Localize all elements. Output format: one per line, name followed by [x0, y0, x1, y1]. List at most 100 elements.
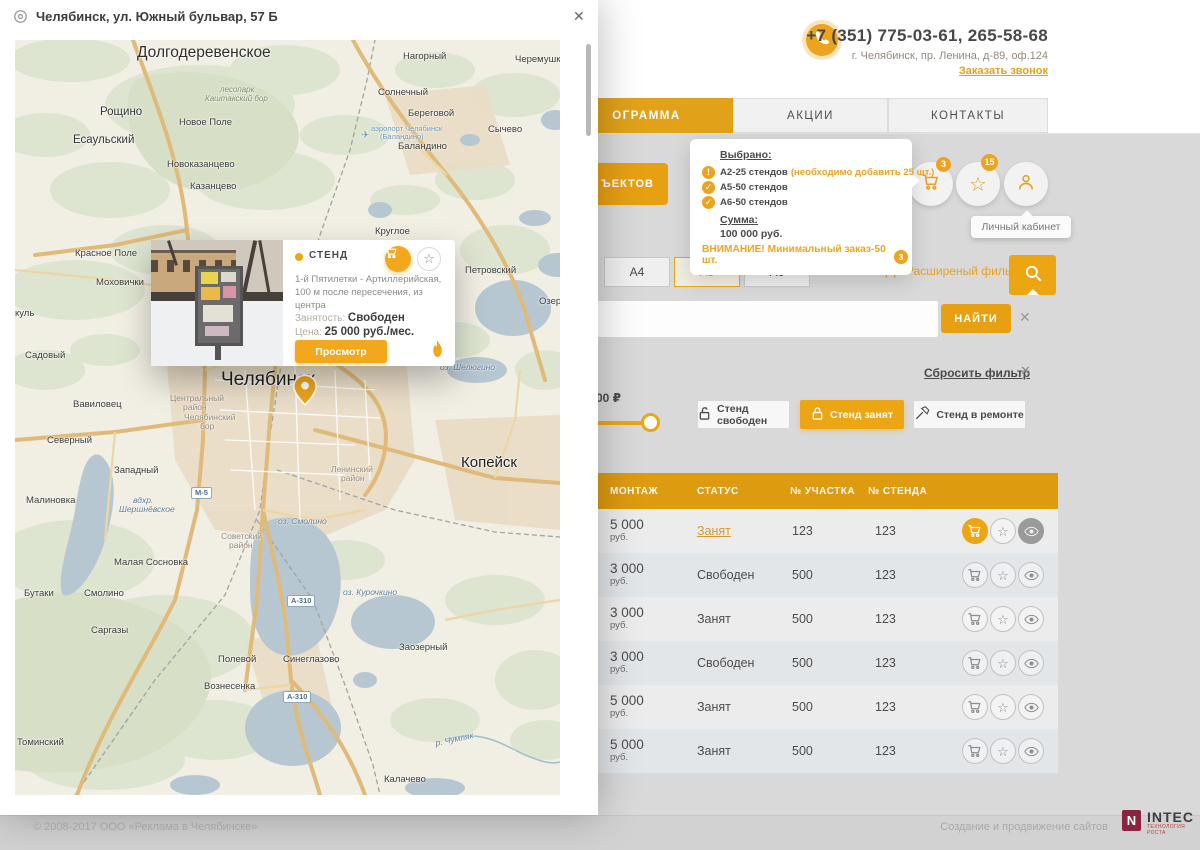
account-button[interactable]: [1004, 162, 1048, 206]
status-value: Занят: [697, 700, 731, 714]
price-label: Цена:: [295, 327, 322, 338]
tab-contacts[interactable]: КОНТАКТЫ: [888, 98, 1048, 133]
poster: [201, 272, 218, 284]
map-label: Западный: [114, 465, 158, 476]
modal-close-icon[interactable]: ✕: [573, 8, 585, 25]
status-value[interactable]: Занят: [697, 524, 731, 538]
toggle-label: Стенд свободен: [717, 403, 789, 427]
map-label: Петровский: [465, 265, 516, 276]
stands-table: МОНТАЖ СТАТУС № УЧАСТКА № СТЕНДА 5 000ру…: [560, 473, 1058, 773]
favorite-icon[interactable]: ☆: [990, 738, 1016, 764]
toggle-stand-busy[interactable]: Стенд занят: [800, 400, 904, 429]
add-to-cart-icon[interactable]: [962, 606, 988, 632]
map-label: р. Чумляк: [434, 730, 474, 748]
photo-stand-board: [195, 266, 243, 346]
reset-filter-link[interactable]: Сбросить фильтр: [924, 366, 1030, 380]
view-icon[interactable]: [1018, 738, 1044, 764]
unlock-icon: [698, 406, 711, 424]
map-label: оз. Смолино: [278, 516, 327, 526]
view-icon[interactable]: [1018, 606, 1044, 632]
search-input[interactable]: [560, 301, 938, 337]
popup-favorite-button[interactable]: ☆: [417, 247, 441, 271]
map-label: Каштакский бор: [205, 94, 268, 103]
hammer-icon: [915, 406, 930, 423]
size-button-a4[interactable]: А4: [604, 257, 670, 287]
poster: [205, 326, 229, 336]
modal-scrollbar[interactable]: [586, 44, 591, 136]
warning-icon: !: [702, 166, 715, 179]
toggle-label: Стенд в ремонте: [936, 409, 1023, 421]
callback-link[interactable]: Заказать звонок: [959, 65, 1048, 77]
price-cell: 5 000руб.: [610, 518, 644, 544]
toggle-stand-free[interactable]: Стенд свободен: [697, 400, 790, 429]
column-header: СТАТУС: [697, 486, 739, 497]
star-glyph: ☆: [997, 701, 1009, 714]
view-icon[interactable]: [1018, 650, 1044, 676]
page-root: +7 (351) 775-03-61, 265-58-68 г. Челябин…: [0, 0, 1200, 850]
add-to-cart-icon[interactable]: [962, 518, 988, 544]
view-icon[interactable]: [1018, 518, 1044, 544]
favorite-icon[interactable]: ☆: [990, 694, 1016, 720]
find-button[interactable]: НАЙТИ: [941, 304, 1011, 333]
price-slider-handle[interactable]: [641, 413, 660, 432]
credits: Создание и продвижение сайтов: [860, 821, 1108, 833]
search-icon: [1024, 264, 1042, 287]
star-glyph: ☆: [423, 251, 435, 267]
stand-number-cell: 123: [875, 568, 896, 582]
map-label: Садовый: [25, 350, 65, 361]
search-close-icon[interactable]: ✕: [1019, 309, 1031, 326]
map-label: Есаульский: [73, 134, 134, 146]
favorite-icon[interactable]: ☆: [990, 606, 1016, 632]
map-label: куль: [15, 308, 34, 319]
tab-promotions[interactable]: АКЦИИ: [733, 98, 888, 133]
intec-logo-subtext: технология роста: [1147, 824, 1200, 836]
map-pin-marker[interactable]: [292, 374, 318, 406]
add-to-cart-icon[interactable]: [962, 694, 988, 720]
price-value: 5 000: [610, 694, 644, 707]
view-icon[interactable]: [1018, 694, 1044, 720]
favorite-icon[interactable]: ☆: [990, 650, 1016, 676]
star-glyph: ☆: [997, 745, 1009, 758]
price-line: Цена: 25 000 руб./мес.: [295, 326, 414, 338]
tooltip-arrow: [1021, 210, 1032, 221]
status-cell: Свободен: [697, 568, 754, 582]
search-button[interactable]: [1009, 255, 1056, 295]
toggle-label: Стенд занят: [830, 409, 893, 421]
map-canvas[interactable]: ДолгодеревенскоеНагорныйЧеремушкиСолнечн…: [15, 40, 560, 795]
map-label: Береговой: [408, 108, 454, 119]
photo-tree: [241, 240, 257, 300]
table-row: 3 000руб. Свободен 500 123 ☆: [560, 641, 1058, 685]
view-stand-button[interactable]: Просмотр: [295, 340, 387, 363]
cart-badge: 3: [936, 157, 951, 172]
row-actions: ☆: [962, 518, 1044, 544]
cart-popover-item-note: (необходимо добавить 25 шт.): [791, 167, 935, 178]
add-to-cart-icon[interactable]: [962, 738, 988, 764]
star-icon: ☆: [969, 172, 987, 197]
map-label: Малая Сосновка: [114, 557, 188, 568]
add-to-cart-icon[interactable]: [962, 562, 988, 588]
status-value: Занят: [697, 612, 731, 626]
price-unit: руб.: [610, 531, 644, 544]
favorite-icon[interactable]: ☆: [990, 562, 1016, 588]
toggle-stand-repair[interactable]: Стенд в ремонте: [913, 400, 1026, 429]
intec-logo[interactable]: N INTEC технология роста: [1122, 810, 1200, 836]
lock-icon: [811, 406, 824, 424]
favorite-icon[interactable]: ☆: [990, 518, 1016, 544]
cart-popover-item-text: А2-25 стендов: [720, 167, 788, 178]
map-label: (Баландино): [380, 132, 424, 141]
photo-stand-pole: [215, 346, 221, 360]
popup-cart-button[interactable]: [385, 246, 411, 272]
map-label: Заозерный: [399, 642, 447, 653]
reset-close-icon[interactable]: ✕: [1020, 363, 1031, 379]
advanced-filter-badge: 3: [894, 250, 908, 264]
map-label: оз. Курочкино: [343, 587, 397, 597]
cart-popover-item-text: А6-50 стендов: [720, 197, 788, 208]
stand-number-cell: 123: [875, 524, 896, 538]
view-icon[interactable]: [1018, 562, 1044, 588]
advanced-filter-link[interactable]: Расширеный фильтр: [906, 264, 1022, 278]
star-glyph: ☆: [997, 613, 1009, 626]
stand-photo[interactable]: [151, 240, 283, 366]
map-label: Казанцево: [190, 181, 236, 192]
add-to-cart-icon[interactable]: [962, 650, 988, 676]
road-badge: М-5: [191, 487, 212, 499]
